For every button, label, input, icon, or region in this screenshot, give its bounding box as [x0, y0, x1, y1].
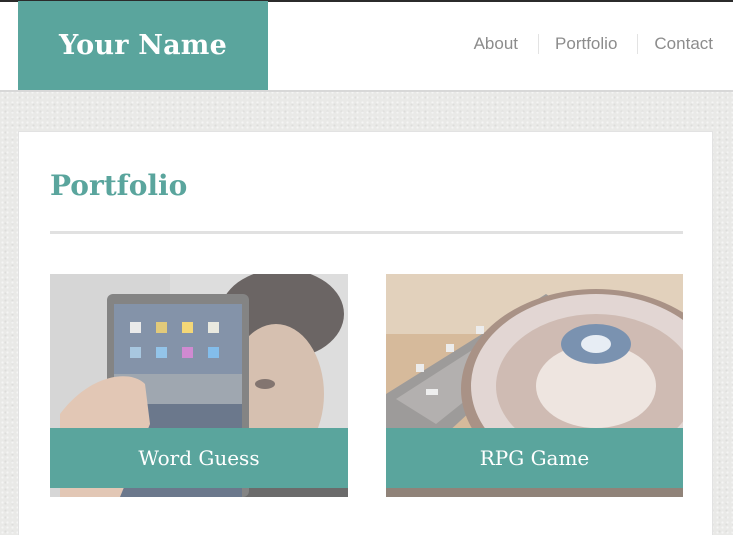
title-divider	[50, 231, 683, 234]
page-title: Portfolio	[50, 169, 188, 202]
brand-name[interactable]: Your Name	[59, 30, 227, 61]
site-header: Your Name About Portfolio Contact	[0, 0, 733, 92]
portfolio-section: Portfolio Word Guess RPG Game	[18, 131, 713, 535]
project-caption[interactable]: RPG Game	[386, 428, 683, 488]
project-caption[interactable]: Word Guess	[50, 428, 348, 488]
nav-link-about[interactable]: About	[458, 34, 538, 54]
project-card-rpg-game[interactable]: RPG Game	[386, 274, 683, 497]
brand-logo[interactable]: Your Name	[18, 1, 268, 90]
nav-link-contact[interactable]: Contact	[637, 34, 733, 54]
nav-link-portfolio[interactable]: Portfolio	[538, 34, 637, 54]
project-title[interactable]: Word Guess	[138, 446, 259, 470]
project-title[interactable]: RPG Game	[480, 446, 590, 470]
main-nav: About Portfolio Contact	[458, 32, 733, 56]
project-card-word-guess[interactable]: Word Guess	[50, 274, 348, 497]
